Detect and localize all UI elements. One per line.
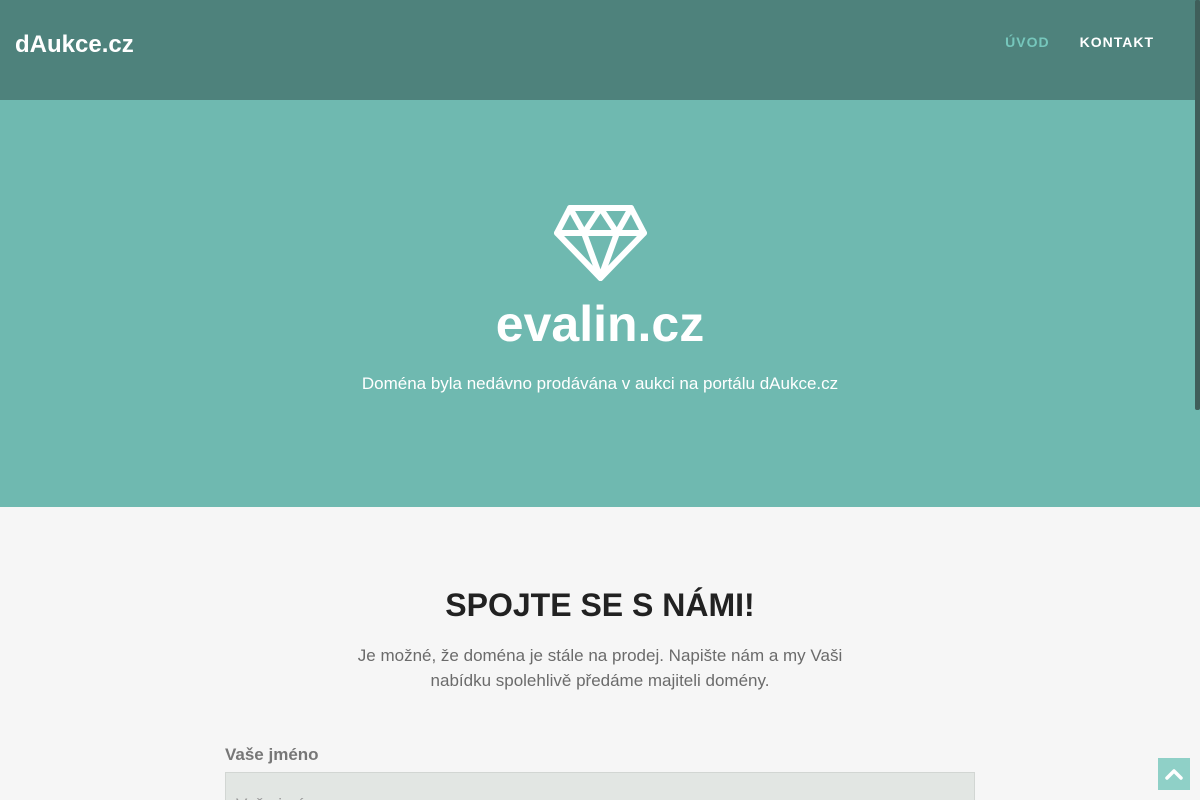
scroll-to-top-button[interactable] [1158,758,1190,790]
nav-item-uvod[interactable]: ÚVOD [1005,30,1049,54]
navbar: dAukce.cz ÚVOD KONTAKT [0,0,1200,100]
diamond-icon [554,205,647,281]
scrollbar-thumb[interactable] [1195,0,1200,410]
name-label: Vaše jméno [225,745,319,764]
main-nav: ÚVOD KONTAKT [975,30,1154,54]
name-input[interactable] [225,772,975,800]
hero-section: evalin.cz Doména byla nedávno prodávána … [0,100,1200,507]
chevron-up-icon [1165,769,1183,780]
page-scrollbar[interactable] [1195,0,1200,800]
contact-heading: SPOJTE SE S NÁMI! [445,587,755,623]
hero-subtitle: Doména byla nedávno prodávána v aukci na… [361,374,839,393]
contact-lead: Je možné, že doména je stále na prodej. … [357,646,843,690]
brand-logo-link[interactable]: dAukce.cz [15,30,134,60]
contact-section: SPOJTE SE S NÁMI! Je možné, že doména je… [0,507,1200,800]
domain-title: evalin.cz [495,296,705,352]
nav-item-kontakt[interactable]: KONTAKT [1080,30,1154,54]
